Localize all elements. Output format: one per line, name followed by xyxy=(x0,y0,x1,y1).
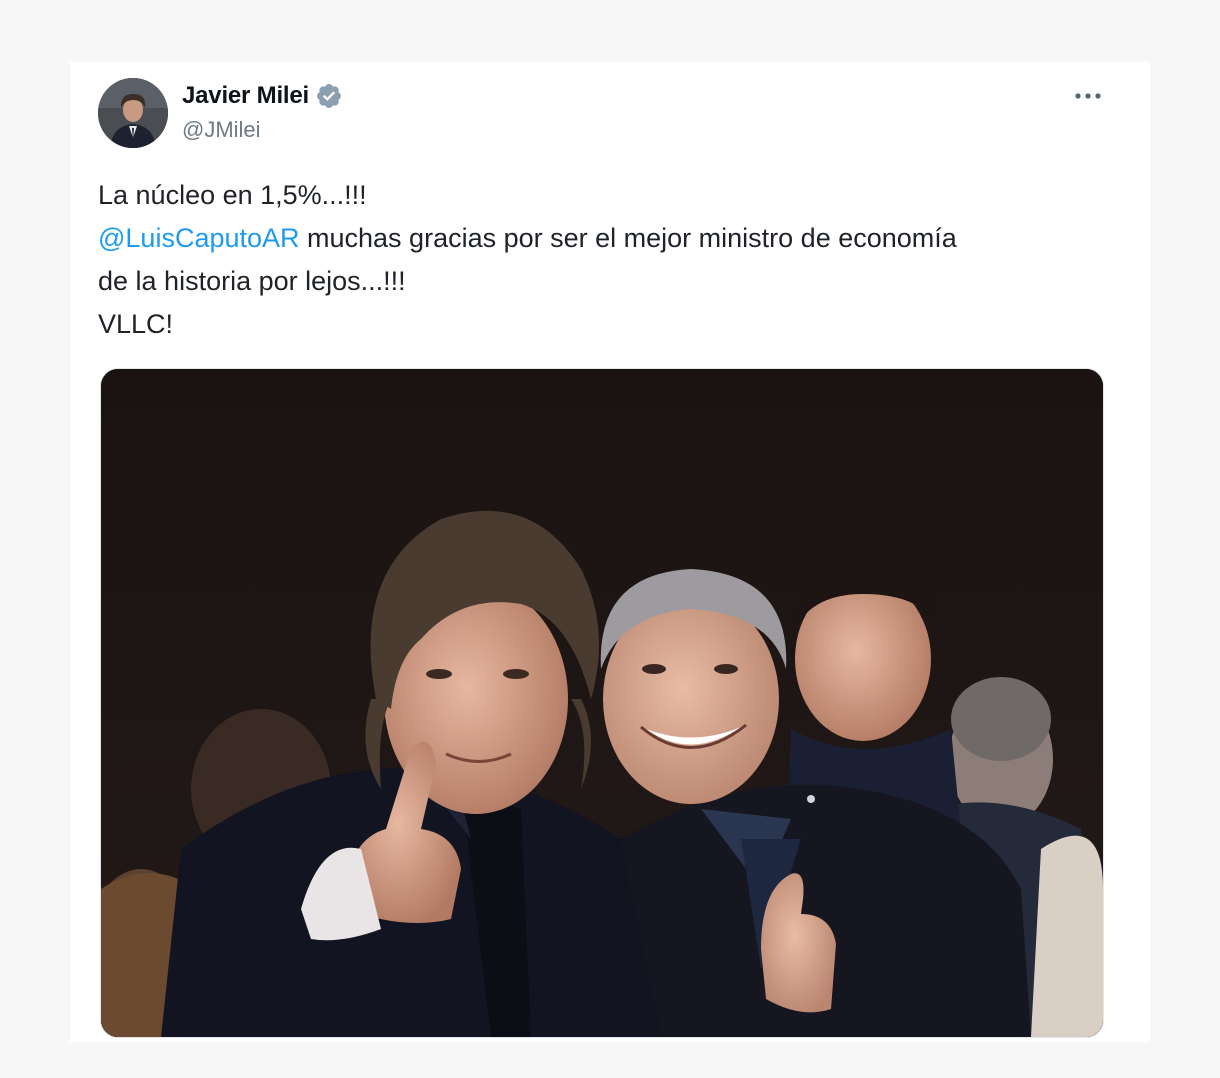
tweet-card[interactable]: Javier Milei @JMilei La núcleo en 1,5%..… xyxy=(70,62,1150,1042)
tweet-photo[interactable] xyxy=(100,368,1104,1038)
tweet-text: La núcleo en 1,5%...!!! @LuisCaputoAR mu… xyxy=(98,174,1098,346)
mention-link[interactable]: @LuisCaputoAR xyxy=(98,223,300,253)
author-name-row: Javier Milei xyxy=(182,80,343,112)
tweet-text-line-3: de la historia por lejos...!!! xyxy=(98,266,406,296)
tweet-text-line-1: La núcleo en 1,5%...!!! xyxy=(98,180,367,210)
verified-badge-icon xyxy=(315,82,343,110)
tweet-text-line-2: @LuisCaputoAR muchas gracias por ser el … xyxy=(98,217,1098,260)
author-display-name[interactable]: Javier Milei xyxy=(182,82,309,110)
tweet-text-line-2-rest: muchas gracias por ser el mejor ministro… xyxy=(299,223,957,253)
more-options-button[interactable] xyxy=(1072,80,1104,112)
more-horizontal-icon xyxy=(1074,92,1102,100)
avatar[interactable] xyxy=(98,78,168,148)
tweet-text-line-4: VLLC! xyxy=(98,309,174,339)
page: Javier Milei @JMilei La núcleo en 1,5%..… xyxy=(0,0,1220,1078)
author-handle[interactable]: @JMilei xyxy=(182,117,261,143)
